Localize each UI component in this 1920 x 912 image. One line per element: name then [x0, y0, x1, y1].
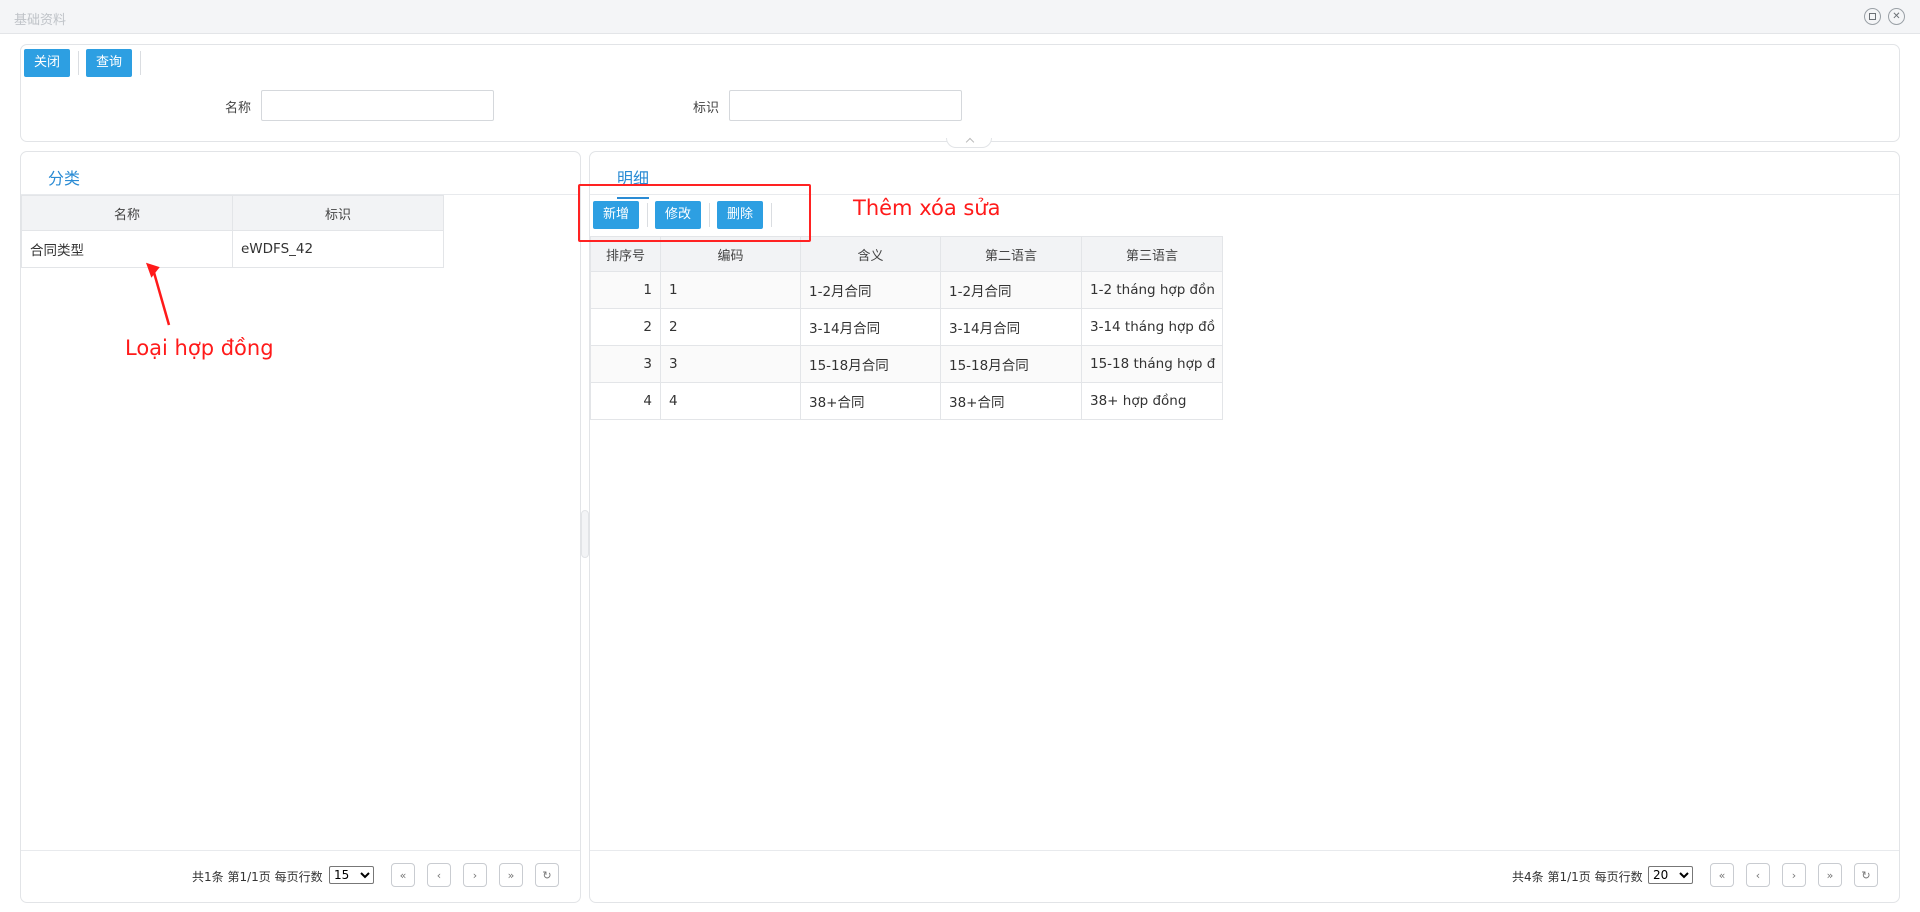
page-size-select[interactable]: 20 [1648, 866, 1693, 884]
cell-seq[interactable]: 2 [590, 308, 661, 346]
category-tab-header: 分类 [21, 152, 580, 199]
cell-lang2[interactable]: 3-14月合同 [940, 308, 1082, 346]
cell-name[interactable]: 合同类型 [21, 230, 233, 268]
cell-code[interactable]: 3 [660, 345, 801, 383]
maximize-icon[interactable] [1864, 8, 1881, 25]
cell-meaning[interactable]: 38+合同 [800, 382, 941, 420]
cell-code[interactable]: 4 [660, 382, 801, 420]
category-pager: 共1条 第1/1页 每页行数 15 « ‹ › » ↻ [21, 850, 580, 902]
id-label: 标识 [693, 101, 720, 116]
column-header-meaning[interactable]: 含义 [800, 236, 941, 272]
cell-id[interactable]: eWDFS_42 [232, 230, 444, 268]
cell-lang3[interactable]: 3-14 tháng hợp đồ [1081, 308, 1223, 346]
collapse-query-toggle[interactable] [946, 138, 992, 148]
cell-lang3[interactable]: 1-2 tháng hợp đồn [1081, 271, 1223, 309]
refresh-icon[interactable]: ↻ [1854, 863, 1878, 887]
category-panel: 分类 名称 标识 合同类型 eWDFS_42 共1条 第1/1页 每页行数 15… [20, 151, 581, 903]
name-label: 名称 [225, 101, 252, 116]
last-page-icon[interactable]: » [499, 863, 523, 887]
cell-lang3[interactable]: 38+ hợp đồng [1081, 382, 1223, 420]
cell-code[interactable]: 2 [660, 308, 801, 346]
toolbar-divider [140, 51, 141, 75]
cell-meaning[interactable]: 1-2月合同 [800, 271, 941, 309]
table-row[interactable]: 4 4 38+合同 38+合同 38+ hợp đồng [590, 382, 1223, 420]
column-header-name[interactable]: 名称 [21, 195, 233, 231]
cell-lang2[interactable]: 15-18月合同 [940, 345, 1082, 383]
cell-meaning[interactable]: 3-14月合同 [800, 308, 941, 346]
table-row[interactable]: 合同类型 eWDFS_42 [21, 230, 444, 268]
column-header-id[interactable]: 标识 [232, 195, 444, 231]
query-panel: 关闭 查询 名称 标识 [20, 44, 1900, 142]
window-title: 基础资料 [14, 13, 67, 28]
table-row[interactable]: 3 3 15-18月合同 15-18月合同 15-18 tháng hợp đ [590, 345, 1223, 383]
annotation-highlight-box [578, 184, 811, 242]
detail-panel: 明细 新增 修改 删除 排序号 编码 含义 第二语言 第三语言 1 1 1-2月… [589, 151, 1900, 903]
cell-code[interactable]: 1 [660, 271, 801, 309]
cell-meaning[interactable]: 15-18月合同 [800, 345, 941, 383]
column-header-lang3[interactable]: 第三语言 [1081, 236, 1223, 272]
detail-table: 排序号 编码 含义 第二语言 第三语言 1 1 1-2月合同 1-2月合同 1-… [590, 236, 1223, 420]
next-page-icon[interactable]: › [1782, 863, 1806, 887]
annotation-contract-type-note: Loại hợp đồng [125, 336, 274, 360]
pager-info: 共4条 第1/1页 每页行数 [1512, 870, 1643, 884]
table-row[interactable]: 1 1 1-2月合同 1-2月合同 1-2 tháng hợp đồn [590, 271, 1223, 309]
tab-category[interactable]: 分类 [48, 165, 81, 199]
window-titlebar: 基础资料 ✕ [0, 0, 1920, 34]
table-row[interactable]: 2 2 3-14月合同 3-14月合同 3-14 tháng hợp đồ [590, 308, 1223, 346]
annotation-crud-note: Thêm xóa sửa [853, 196, 1001, 220]
prev-page-icon[interactable]: ‹ [427, 863, 451, 887]
cell-lang3[interactable]: 15-18 tháng hợp đ [1081, 345, 1223, 383]
page-size-select[interactable]: 15 [329, 866, 374, 884]
last-page-icon[interactable]: » [1818, 863, 1842, 887]
cell-lang2[interactable]: 38+合同 [940, 382, 1082, 420]
annotation-arrow-icon [145, 262, 171, 326]
toolbar-divider [78, 51, 79, 75]
next-page-icon[interactable]: › [463, 863, 487, 887]
cell-lang2[interactable]: 1-2月合同 [940, 271, 1082, 309]
first-page-icon[interactable]: « [1710, 863, 1734, 887]
first-page-icon[interactable]: « [391, 863, 415, 887]
splitter-handle[interactable] [581, 510, 589, 558]
id-input[interactable] [729, 90, 962, 121]
close-button[interactable]: 关闭 [24, 49, 71, 77]
category-table: 名称 标识 合同类型 eWDFS_42 [21, 195, 444, 268]
detail-pager: 共4条 第1/1页 每页行数 20 « ‹ › » ↻ [590, 850, 1899, 902]
cell-seq[interactable]: 4 [590, 382, 661, 420]
column-header-lang2[interactable]: 第二语言 [940, 236, 1082, 272]
cell-seq[interactable]: 1 [590, 271, 661, 309]
name-input[interactable] [261, 90, 494, 121]
close-icon[interactable]: ✕ [1888, 8, 1905, 25]
cell-seq[interactable]: 3 [590, 345, 661, 383]
pager-info: 共1条 第1/1页 每页行数 [192, 870, 323, 884]
prev-page-icon[interactable]: ‹ [1746, 863, 1770, 887]
refresh-icon[interactable]: ↻ [535, 863, 559, 887]
query-button[interactable]: 查询 [86, 49, 133, 77]
